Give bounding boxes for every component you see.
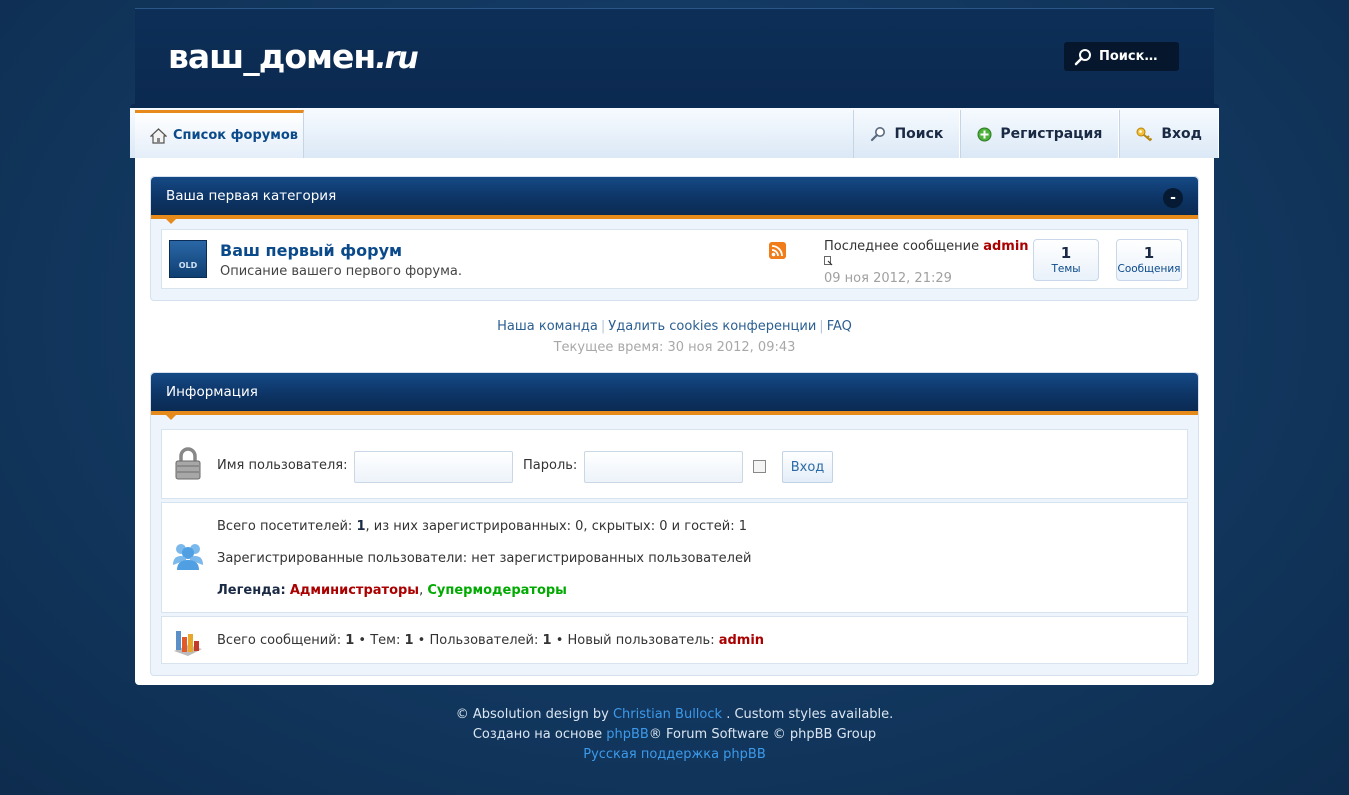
stats-topics-value: 1 <box>404 633 414 648</box>
online-users-panel: Всего посетителей: 1, из них зарегистрир… <box>161 502 1188 613</box>
nav-login-label: Вход <box>1161 126 1202 142</box>
nav-register-label: Регистрация <box>1000 126 1103 142</box>
delete-cookies-link[interactable]: Удалить cookies конференции <box>608 319 816 334</box>
forum-status-icon: OLD <box>169 240 207 278</box>
search-icon <box>871 127 886 142</box>
nav-login[interactable]: Вход <box>1119 110 1219 158</box>
faq-link[interactable]: FAQ <box>827 319 852 334</box>
logo-tld: .ru <box>375 41 419 76</box>
registered-users-line: Зарегистрированные пользователи: нет зар… <box>217 551 752 566</box>
posts-label: Сообщения <box>1117 263 1181 275</box>
category-title[interactable]: Ваша первая категория <box>166 188 336 204</box>
legend-label: Легенда: <box>217 583 286 598</box>
users-icon <box>173 544 203 570</box>
stats-topics-label: Тем: <box>370 633 401 648</box>
statistics-line: Всего сообщений: 1 • Тем: 1 • Пользовате… <box>217 633 765 648</box>
phpbb-link[interactable]: phpBB <box>606 727 649 742</box>
nav-register[interactable]: Регистрация <box>960 110 1120 158</box>
rss-icon[interactable] <box>769 242 786 259</box>
legend-admins-link[interactable]: Администраторы <box>290 583 419 598</box>
password-label: Пароль: <box>523 458 578 473</box>
view-latest-post-icon[interactable] <box>824 256 833 266</box>
lock-icon <box>175 447 201 480</box>
newest-user-link[interactable]: admin <box>719 633 764 648</box>
online-total-count: 1 <box>356 519 366 534</box>
topics-count-box: 1 Темы <box>1033 239 1099 281</box>
login-submit-button[interactable]: Вход <box>782 451 833 483</box>
statistics-panel: Всего сообщений: 1 • Тем: 1 • Пользовате… <box>161 616 1188 664</box>
header-search-button[interactable]: Поиск… <box>1064 42 1179 71</box>
lastpost-date: 09 ноя 2012, 21:29 <box>824 271 952 286</box>
stats-posts-value: 1 <box>345 633 355 648</box>
stats-newest-label: Новый пользователь: <box>567 633 715 648</box>
online-total-line: Всего посетителей: 1, из них зарегистрир… <box>217 519 747 534</box>
nav-search[interactable]: Поиск <box>853 110 961 158</box>
russian-support-link[interactable]: Русская поддержка phpBB <box>583 747 766 762</box>
footer-powered-by: Создано на основе <box>472 727 603 742</box>
current-time: Текущее время: 30 ноя 2012, 09:43 <box>553 340 796 355</box>
stats-posts-label: Всего сообщений: <box>217 633 342 648</box>
forum-description: Описание вашего первого форума. <box>220 264 463 279</box>
legend-smods-link[interactable]: Супермодераторы <box>427 583 567 598</box>
stats-users-value: 1 <box>542 633 552 648</box>
main-content: Ваша первая категория - OLD Ваш первый ф… <box>135 158 1214 685</box>
nav-forum-index-label: Список форумов <box>173 128 299 143</box>
lastpost-user-link[interactable]: admin <box>983 239 1028 254</box>
info-header: Информация <box>151 373 1198 420</box>
header-search-label: Поиск… <box>1099 49 1158 64</box>
key-icon <box>1136 127 1153 141</box>
nav-search-label: Поиск <box>894 126 944 142</box>
statistics-chart-icon <box>174 631 202 656</box>
search-icon <box>1074 48 1091 65</box>
online-total-prefix: Всего посетителей: <box>217 519 357 534</box>
site-header: ваш_домен.ru Поиск… <box>135 8 1214 108</box>
team-link[interactable]: Наша команда <box>497 319 598 334</box>
nav-right-group: Поиск Регистрация Вход <box>853 110 1219 158</box>
legend-separator: , <box>419 583 424 598</box>
site-logo[interactable]: ваш_домен.ru <box>168 37 419 76</box>
main-navbar: Список форумов Поиск Регистрация Вход <box>130 104 1219 158</box>
username-input[interactable] <box>354 451 513 483</box>
footer-line-2: Создано на основе phpBB® Forum Software … <box>0 727 1349 742</box>
category-header: Ваша первая категория - <box>151 177 1198 224</box>
designer-link[interactable]: Christian Bullock <box>613 707 722 722</box>
info-title: Информация <box>166 384 258 400</box>
footer-software: ® Forum Software © phpBB Group <box>648 727 877 742</box>
posts-count: 1 <box>1143 244 1155 262</box>
board-links: Наша команда | Удалить cookies конференции… <box>497 319 852 334</box>
online-total-suffix: , из них зарегистрированных: 0, скрытых:… <box>365 519 747 534</box>
header-notch <box>166 415 176 420</box>
username-label: Имя пользователя: <box>217 458 348 473</box>
footer-line-3: Русская поддержка phpBB <box>0 747 1349 762</box>
forum-last-post: Последнее сообщение admin 09 ноя 2012, 2… <box>824 239 1029 287</box>
nav-forum-index[interactable]: Список форумов <box>135 110 304 158</box>
remember-me-checkbox[interactable] <box>753 460 766 473</box>
stats-users-label: Пользователей: <box>429 633 539 648</box>
logo-main: ваш_домен <box>168 37 376 76</box>
info-block: Информация Имя пользователя: Пароль: Вхо… <box>150 372 1199 676</box>
forum-row: OLD Ваш первый форум Описание вашего пер… <box>161 229 1188 289</box>
forum-title-link[interactable]: Ваш первый форум <box>220 241 402 260</box>
category-block: Ваша первая категория - OLD Ваш первый ф… <box>150 176 1199 301</box>
home-icon <box>150 127 167 144</box>
password-input[interactable] <box>584 451 743 483</box>
footer-copyright: © Absolution design by <box>455 707 609 722</box>
posts-count-box: 1 Сообщения <box>1116 239 1182 281</box>
topics-label: Темы <box>1051 263 1081 275</box>
plus-circle-icon <box>977 127 992 141</box>
footer-custom-styles: . Custom styles available. <box>726 707 894 722</box>
lastpost-label: Последнее сообщение <box>824 239 980 254</box>
login-panel: Имя пользователя: Пароль: Вход <box>161 429 1188 499</box>
legend-line: Легенда: Администраторы, Супермодераторы <box>217 583 567 598</box>
footer-line-1: © Absolution design by Christian Bullock… <box>0 707 1349 722</box>
header-notch <box>166 219 176 224</box>
collapse-button[interactable]: - <box>1163 188 1183 208</box>
topics-count: 1 <box>1060 244 1072 262</box>
